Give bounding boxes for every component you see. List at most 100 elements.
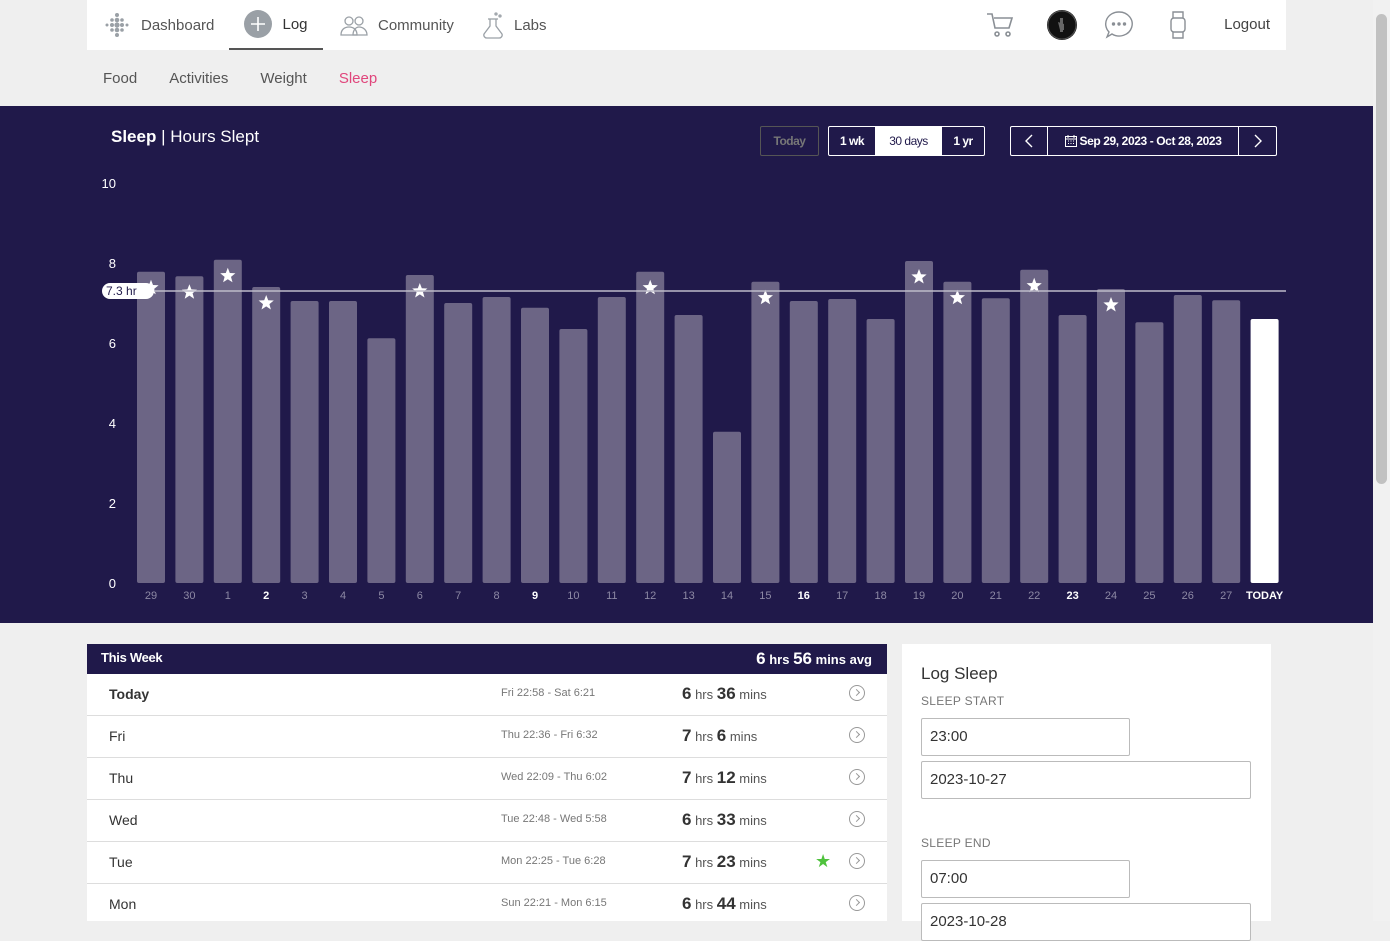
sleep-bar <box>751 281 780 583</box>
chart-title-rest: | Hours Slept <box>156 127 260 146</box>
row-duration: 6 hrs 44 mins <box>682 894 767 914</box>
table-row[interactable]: Fri Thu 22:36 - Fri 6:32 7 hrs 6 mins <box>87 716 887 758</box>
scrollbar-thumb[interactable] <box>1376 14 1387 484</box>
watch-icon[interactable] <box>1161 8 1195 42</box>
sleep-bar <box>559 329 588 583</box>
y-tick-label: 2 <box>109 496 116 511</box>
duration-value: 6 <box>716 726 727 745</box>
sleep-start-label: SLEEP START <box>921 694 1005 708</box>
cart-icon[interactable] <box>983 8 1017 42</box>
row-day-label: Fri <box>109 728 126 744</box>
sleep-bar-chart: 024681029 30 1 2 3 4 5 6 7 8 9 10 11 12 13 14 15 16 17 18 19… <box>102 176 1286 602</box>
goal-star-icon: ★ <box>815 851 832 871</box>
sleep-bar <box>713 431 741 583</box>
average-label: 7.3 hr <box>106 284 137 298</box>
sleep-bar <box>789 301 818 583</box>
x-tick-label: 21 <box>990 590 1002 602</box>
messages-icon[interactable] <box>1102 8 1136 42</box>
sleep-bar <box>674 315 703 583</box>
row-detail-arrow-icon[interactable] <box>849 685 865 701</box>
x-tick-label: 24 <box>1105 590 1117 602</box>
row-time-range: Mon 22:25 - Tue 6:28 <box>501 855 606 867</box>
logout-link[interactable]: Logout <box>1224 0 1270 50</box>
duration-value: 12 <box>716 768 736 787</box>
range-1wk-button[interactable]: 1 wk <box>829 127 875 155</box>
table-row[interactable]: Tue Mon 22:25 - Tue 6:28 7 hrs 23 mins ★ <box>87 842 887 884</box>
x-tick-label: 12 <box>644 590 656 602</box>
table-row[interactable]: Today Fri 22:58 - Sat 6:21 6 hrs 36 mins <box>87 674 887 716</box>
subnav-activities[interactable]: Activities <box>169 70 228 87</box>
sleep-bar <box>444 303 473 583</box>
range-30days-button[interactable]: 30 days <box>875 127 942 155</box>
x-tick-label: 10 <box>567 590 579 602</box>
sleep-bar <box>828 299 857 583</box>
y-tick-label: 8 <box>109 256 116 271</box>
row-detail-arrow-icon[interactable] <box>849 853 865 869</box>
subnav-weight[interactable]: Weight <box>260 70 306 87</box>
this-week-header: This Week 6 hrs 56 mins avg <box>87 644 887 674</box>
sleep-bar <box>1135 322 1164 583</box>
table-row[interactable]: Mon Sun 22:21 - Mon 6:15 6 hrs 44 mins <box>87 884 887 921</box>
x-tick-label: 15 <box>759 590 771 602</box>
sleep-end-date-input[interactable]: 2023-10-28 <box>921 903 1251 941</box>
duration-unit: mins <box>726 729 758 744</box>
row-duration: 7 hrs 6 mins <box>682 726 757 746</box>
row-duration: 6 hrs 33 mins <box>682 810 767 830</box>
date-range-display[interactable]: Sep 29, 2023 - Oct 28, 2023 <box>1048 127 1238 155</box>
x-tick-label: 5 <box>378 590 384 602</box>
x-tick-label: 26 <box>1182 590 1194 602</box>
sleep-start-date-input[interactable]: 2023-10-27 <box>921 761 1251 799</box>
avg-hrs-unit: hrs <box>769 652 790 667</box>
x-tick-label: 30 <box>183 590 195 602</box>
this-week-table: This Week 6 hrs 56 mins avg Today Fri 22:… <box>87 644 887 921</box>
row-detail-arrow-icon[interactable] <box>849 895 865 911</box>
dots-logo-icon <box>103 11 131 39</box>
table-row[interactable]: Wed Tue 22:48 - Wed 5:58 6 hrs 33 mins <box>87 800 887 842</box>
nav-labs[interactable]: Labs <box>482 0 547 50</box>
log-sleep-panel: Log Sleep SLEEP START 23:00 2023-10-27 S… <box>902 644 1271 941</box>
nav-log[interactable]: Log <box>229 0 323 50</box>
prev-range-button[interactable] <box>1011 127 1048 155</box>
sleep-bar <box>213 259 242 583</box>
sleep-start-time-input[interactable]: 23:00 <box>921 718 1130 756</box>
avatar[interactable] <box>1045 8 1079 42</box>
sleep-bar <box>1212 300 1241 583</box>
row-time-range: Wed 22:09 - Thu 6:02 <box>501 771 607 783</box>
range-1yr-button[interactable]: 1 yr <box>942 127 984 155</box>
nav-community[interactable]: Community <box>340 0 454 50</box>
table-row[interactable]: Thu Wed 22:09 - Thu 6:02 7 hrs 12 mins <box>87 758 887 800</box>
sleep-end-time-input[interactable]: 07:00 <box>921 860 1130 898</box>
y-tick-label: 0 <box>109 576 116 591</box>
today-button[interactable]: Today <box>760 126 819 156</box>
row-detail-arrow-icon[interactable] <box>849 811 865 827</box>
chart-title-bold: Sleep <box>111 127 157 146</box>
subnav-food[interactable]: Food <box>103 70 137 87</box>
row-time-range: Fri 22:58 - Sat 6:21 <box>501 687 596 699</box>
row-detail-arrow-icon[interactable] <box>849 769 865 785</box>
nav-log-label: Log <box>282 15 308 33</box>
x-tick-label: 17 <box>836 590 848 602</box>
chevron-right-icon <box>1254 134 1262 148</box>
row-day-label: Mon <box>109 896 137 912</box>
x-tick-label: 3 <box>302 590 308 602</box>
x-tick-label: 6 <box>417 590 423 602</box>
duration-unit: mins <box>735 813 767 828</box>
range-selector: 1 wk 30 days 1 yr <box>828 126 985 156</box>
duration-unit: mins <box>735 855 767 870</box>
sleep-bar <box>1058 315 1087 583</box>
page-scrollbar[interactable] <box>1373 0 1390 921</box>
row-detail-arrow-icon[interactable] <box>849 727 865 743</box>
today-bar <box>1250 319 1279 583</box>
duration-unit: mins <box>735 687 767 702</box>
x-tick-label: 18 <box>874 590 886 602</box>
sleep-bar <box>597 297 626 583</box>
nav-dashboard-label: Dashboard <box>141 16 215 34</box>
next-range-button[interactable] <box>1238 127 1276 155</box>
nav-dashboard[interactable]: Dashboard <box>103 0 214 50</box>
duration-unit: hrs <box>691 813 717 828</box>
subnav-sleep[interactable]: Sleep <box>339 70 377 87</box>
row-day-label: Thu <box>109 770 134 786</box>
x-tick-label: 4 <box>340 590 346 602</box>
y-tick-label: 10 <box>102 176 116 191</box>
sleep-bar <box>405 275 434 583</box>
